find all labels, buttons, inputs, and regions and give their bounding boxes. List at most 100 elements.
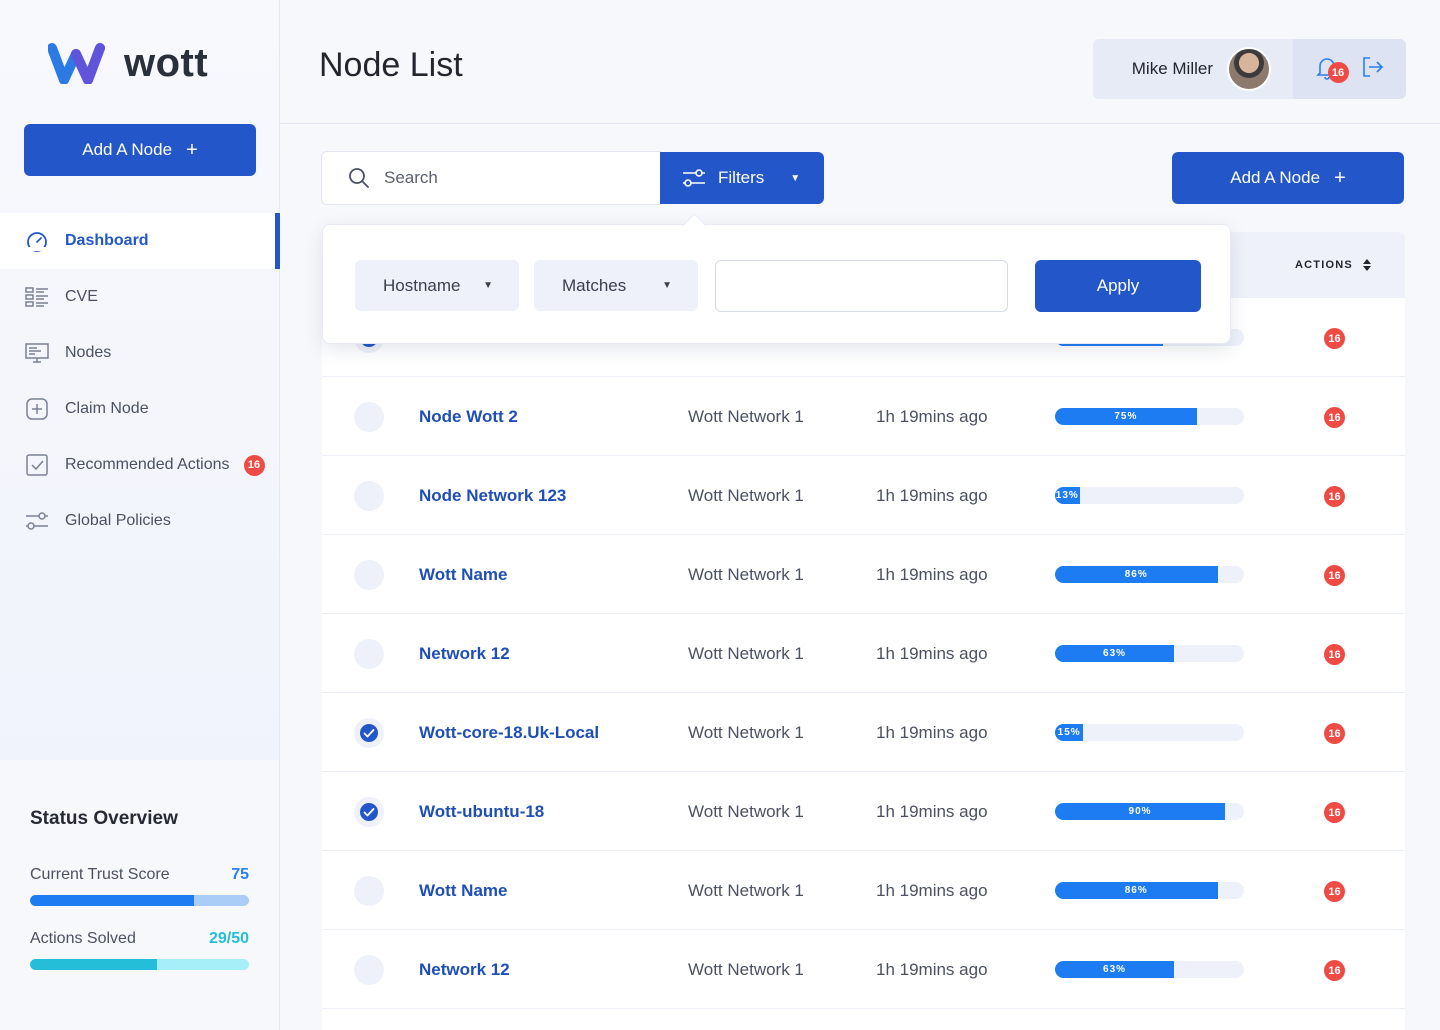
sidebar-item-label: Nodes <box>65 344 112 361</box>
filters-button[interactable]: Filters ▼ <box>660 152 824 204</box>
trust-progress-fill: 75% <box>1055 408 1197 425</box>
sidebar: wott Add A Node + Dashboard CVE Nodes Cl… <box>0 0 280 1030</box>
row-checkbox[interactable] <box>354 876 384 906</box>
gauge-icon <box>24 229 50 253</box>
wott-logo[interactable]: wott <box>48 42 208 84</box>
table-row[interactable]: Node Network 123 Wott Network 1 1h 19min… <box>322 456 1405 535</box>
trust-progress-bar: 15% <box>1055 724 1244 741</box>
node-network: Wott Network 1 <box>688 802 804 821</box>
actions-badge[interactable]: 16 <box>1324 565 1345 586</box>
filter-operator-select[interactable]: Matches ▼ <box>534 260 698 311</box>
trust-progress-bar: 75% <box>1055 408 1244 425</box>
row-checkbox[interactable] <box>354 481 384 511</box>
sidebar-item-recommended-actions[interactable]: Recommended Actions 16 <box>0 437 280 493</box>
table-row[interactable]: Network 12 Wott Network 1 1h 19mins ago … <box>322 614 1405 693</box>
sidebar-add-node-button[interactable]: Add A Node + <box>24 124 256 176</box>
table-body: 16 Node Wott 2 Wott Network 1 1h 19mins … <box>322 298 1405 1009</box>
logout-icon <box>1362 56 1383 77</box>
actions-solved-label: Actions Solved <box>30 930 136 947</box>
add-node-button[interactable]: Add A Node + <box>1172 152 1404 204</box>
trust-progress-fill: 86% <box>1055 882 1218 899</box>
notifications-button[interactable]: 16 <box>1315 56 1349 83</box>
user-panel: Mike Miller 16 <box>1093 39 1406 99</box>
actions-badge[interactable]: 16 <box>1324 802 1345 823</box>
sliders-icon <box>683 169 705 187</box>
recommended-actions-badge: 16 <box>243 454 265 476</box>
row-checkbox[interactable] <box>354 560 384 590</box>
search-input[interactable] <box>384 168 634 188</box>
checkbox-icon <box>24 453 50 477</box>
actions-badge[interactable]: 16 <box>1324 328 1345 349</box>
row-checkbox[interactable] <box>354 718 384 748</box>
plus-square-icon <box>24 397 50 421</box>
trust-progress-bar: 86% <box>1055 882 1244 899</box>
node-last-seen: 1h 19mins ago <box>876 723 988 742</box>
sidebar-item-claim-node[interactable]: Claim Node <box>0 381 280 437</box>
trust-progress-fill: 15% <box>1055 724 1084 741</box>
avatar <box>1227 47 1271 91</box>
actions-column-header[interactable]: ACTIONS <box>1295 259 1371 271</box>
search-box <box>321 151 661 205</box>
row-checkbox[interactable] <box>354 402 384 432</box>
sidebar-item-dashboard[interactable]: Dashboard <box>0 213 280 269</box>
table-row[interactable]: Node Wott 2 Wott Network 1 1h 19mins ago… <box>322 377 1405 456</box>
node-network: Wott Network 1 <box>688 960 804 979</box>
trust-progress-bar: 90% <box>1055 803 1244 820</box>
table-row[interactable]: Wott-ubuntu-18 Wott Network 1 1h 19mins … <box>322 772 1405 851</box>
filter-field-select[interactable]: Hostname ▼ <box>355 260 519 311</box>
trust-progress-fill: 13% <box>1055 487 1080 504</box>
trust-score-bar <box>30 895 249 906</box>
node-name-link[interactable]: Node Wott 2 <box>419 407 518 427</box>
actions-header-label: ACTIONS <box>1295 259 1353 271</box>
actions-badge[interactable]: 16 <box>1324 881 1345 902</box>
filter-operator-value: Matches <box>562 275 627 295</box>
apply-button[interactable]: Apply <box>1035 260 1201 312</box>
sidebar-item-label: Claim Node <box>65 400 149 417</box>
node-table: ACTIONS 16 Node Wott 2 Wott Network 1 1h… <box>322 232 1405 1030</box>
node-name-link[interactable]: Network 12 <box>419 960 510 980</box>
filter-field-value: Hostname <box>383 275 461 295</box>
sidebar-item-global-policies[interactable]: Global Policies <box>0 493 280 549</box>
node-name-link[interactable]: Wott-core-18.Uk-Local <box>419 723 599 743</box>
trust-progress-bar: 63% <box>1055 961 1244 978</box>
actions-badge[interactable]: 16 <box>1324 407 1345 428</box>
table-row[interactable]: Wott Name Wott Network 1 1h 19mins ago 8… <box>322 535 1405 614</box>
row-checkbox[interactable] <box>354 639 384 669</box>
actions-badge[interactable]: 16 <box>1324 723 1345 744</box>
list-icon <box>24 285 50 309</box>
node-name-link[interactable]: Wott Name <box>419 881 507 901</box>
table-row[interactable]: Network 12 Wott Network 1 1h 19mins ago … <box>322 930 1405 1009</box>
filter-popover: Hostname ▼ Matches ▼ Apply <box>322 224 1231 344</box>
filter-value-input[interactable] <box>715 260 1008 312</box>
trust-progress-fill: 63% <box>1055 961 1175 978</box>
user-profile[interactable]: Mike Miller <box>1093 39 1293 99</box>
logout-button[interactable] <box>1360 55 1384 84</box>
actions-badge[interactable]: 16 <box>1324 644 1345 665</box>
plus-icon: + <box>186 139 198 161</box>
trust-progress-fill: 90% <box>1055 803 1226 820</box>
row-checkbox[interactable] <box>354 955 384 985</box>
user-name: Mike Miller <box>1131 59 1213 78</box>
node-name-link[interactable]: Wott-ubuntu-18 <box>419 802 544 822</box>
sidebar-item-nodes[interactable]: Nodes <box>0 325 280 381</box>
check-icon <box>360 724 378 742</box>
node-network: Wott Network 1 <box>688 565 804 584</box>
node-name-link[interactable]: Wott Name <box>419 565 507 585</box>
node-network: Wott Network 1 <box>688 723 804 742</box>
node-name-link[interactable]: Node Network 123 <box>419 486 566 506</box>
actions-badge[interactable]: 16 <box>1324 960 1345 981</box>
node-last-seen: 1h 19mins ago <box>876 881 988 900</box>
table-row[interactable]: Wott Name Wott Network 1 1h 19mins ago 8… <box>322 851 1405 930</box>
node-name-link[interactable]: Network 12 <box>419 644 510 664</box>
table-row[interactable]: Wott-core-18.Uk-Local Wott Network 1 1h … <box>322 693 1405 772</box>
notification-badge: 16 <box>1327 62 1349 83</box>
search-icon <box>349 168 369 188</box>
sidebar-item-cve[interactable]: CVE <box>0 269 280 325</box>
page-title: Node List <box>319 46 463 84</box>
brand-name: wott <box>124 41 209 85</box>
trust-progress-fill: 63% <box>1055 645 1175 662</box>
trust-score-fill <box>30 895 195 906</box>
sidebar-item-label: Recommended Actions <box>65 456 230 473</box>
actions-badge[interactable]: 16 <box>1324 486 1345 507</box>
row-checkbox[interactable] <box>354 797 384 827</box>
